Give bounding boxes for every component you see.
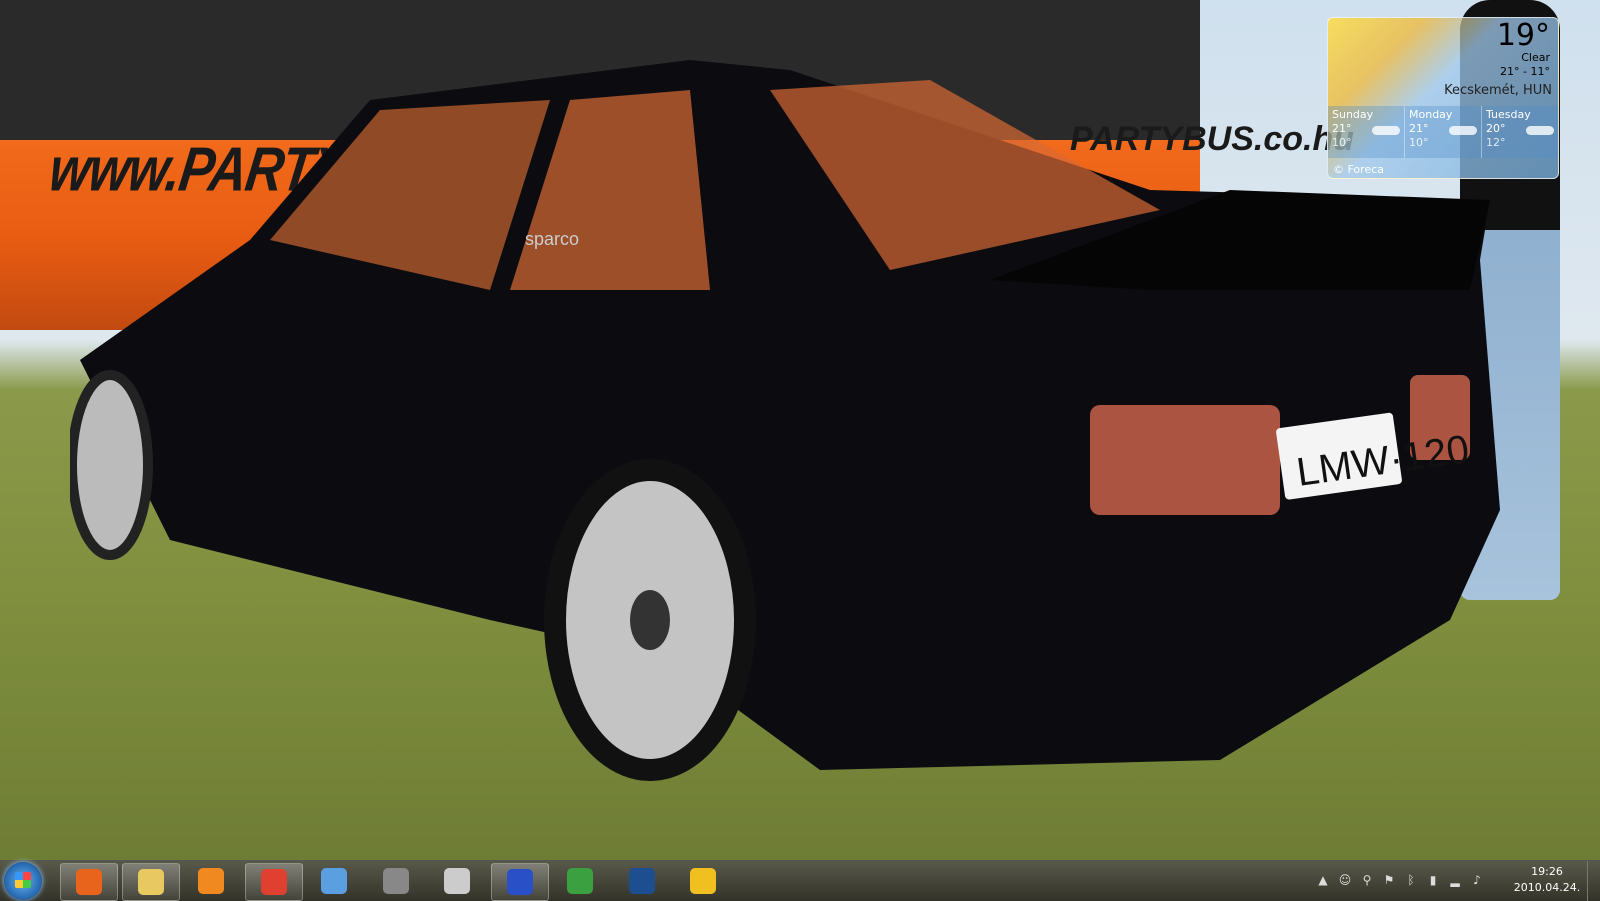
- forecast-day: Sunday 21° 10°: [1328, 106, 1405, 158]
- start-button[interactable]: [4, 862, 42, 900]
- winamp-icon: [382, 868, 409, 894]
- media-player-icon: [198, 868, 224, 894]
- battery-icon[interactable]: ▮: [1426, 873, 1440, 887]
- weather-gadget[interactable]: 19° Clear 21° - 11° Kecskemét, HUN Sunda…: [1327, 17, 1559, 179]
- windows-logo-icon: [15, 872, 31, 888]
- taskbar-save-app-button[interactable]: [490, 863, 549, 901]
- save-app-icon: [506, 869, 533, 895]
- desktop-wallpaper: www.PARTYBUS.co.hu PARTYBUS.co.hu LMW·12…: [0, 0, 1600, 860]
- weather-condition: Clear: [1521, 51, 1550, 64]
- taskbar: ▲ ☺ ⚲ ⚑ ᛒ ▮ ▂ ♪ 19:26 2010.04.24.: [0, 860, 1600, 901]
- taskbar-photoshop-button[interactable]: [614, 863, 670, 899]
- taskbar-paint-app-button[interactable]: [244, 863, 303, 901]
- taskbar-winamp-button[interactable]: [368, 863, 424, 899]
- weather-provider-link[interactable]: © Foreca: [1333, 163, 1384, 176]
- paint-app-icon: [260, 869, 287, 895]
- seat-logo: sparco: [525, 229, 579, 249]
- messenger-icon: [321, 868, 347, 894]
- taskbar-disc-app-button[interactable]: [429, 863, 485, 899]
- volume-icon[interactable]: ♪: [1470, 873, 1484, 887]
- weather-temp: 19°: [1496, 18, 1550, 53]
- network-user-icon[interactable]: ☺: [1338, 873, 1352, 887]
- taskbar-firefox-button[interactable]: [60, 863, 118, 901]
- taskbar-messenger-button[interactable]: [306, 863, 362, 899]
- explorer-icon: [137, 869, 164, 895]
- system-tray: ▲ ☺ ⚲ ⚑ ᛒ ▮ ▂ ♪: [1316, 873, 1484, 887]
- signal-icon[interactable]: ▂: [1448, 873, 1462, 887]
- usb-icon[interactable]: ⚲: [1360, 873, 1374, 887]
- lightning-app-icon: [690, 868, 716, 894]
- forecast-day: Monday 21° 10°: [1405, 106, 1482, 158]
- taskbar-explorer-button[interactable]: [121, 863, 180, 901]
- show-desktop-button[interactable]: [1587, 861, 1600, 901]
- taskbar-media-player-button[interactable]: [183, 863, 239, 899]
- cloud-icon: [1449, 126, 1477, 135]
- show-hidden-icon[interactable]: ▲: [1316, 873, 1330, 887]
- firefox-icon: [76, 869, 102, 895]
- wallpaper-car: LMW·120 sparco: [70, 60, 1500, 781]
- weather-range: 21° - 11°: [1500, 65, 1550, 78]
- weather-location: Kecskemét, HUN: [1444, 83, 1552, 98]
- taskbar-lightning-app-button[interactable]: [675, 863, 731, 899]
- utorrent-icon: [567, 868, 593, 894]
- photoshop-icon: [628, 868, 655, 894]
- disc-app-icon: [444, 868, 470, 894]
- taskbar-utorrent-button[interactable]: [552, 863, 608, 899]
- forecast-day: Tuesday 20° 12°: [1482, 106, 1558, 158]
- bluetooth-icon[interactable]: ᛒ: [1404, 873, 1418, 887]
- flag-icon[interactable]: ⚑: [1382, 873, 1396, 887]
- clock[interactable]: 19:26 2010.04.24.: [1502, 864, 1592, 896]
- cloud-icon: [1526, 126, 1554, 135]
- cloud-icon: [1372, 126, 1400, 135]
